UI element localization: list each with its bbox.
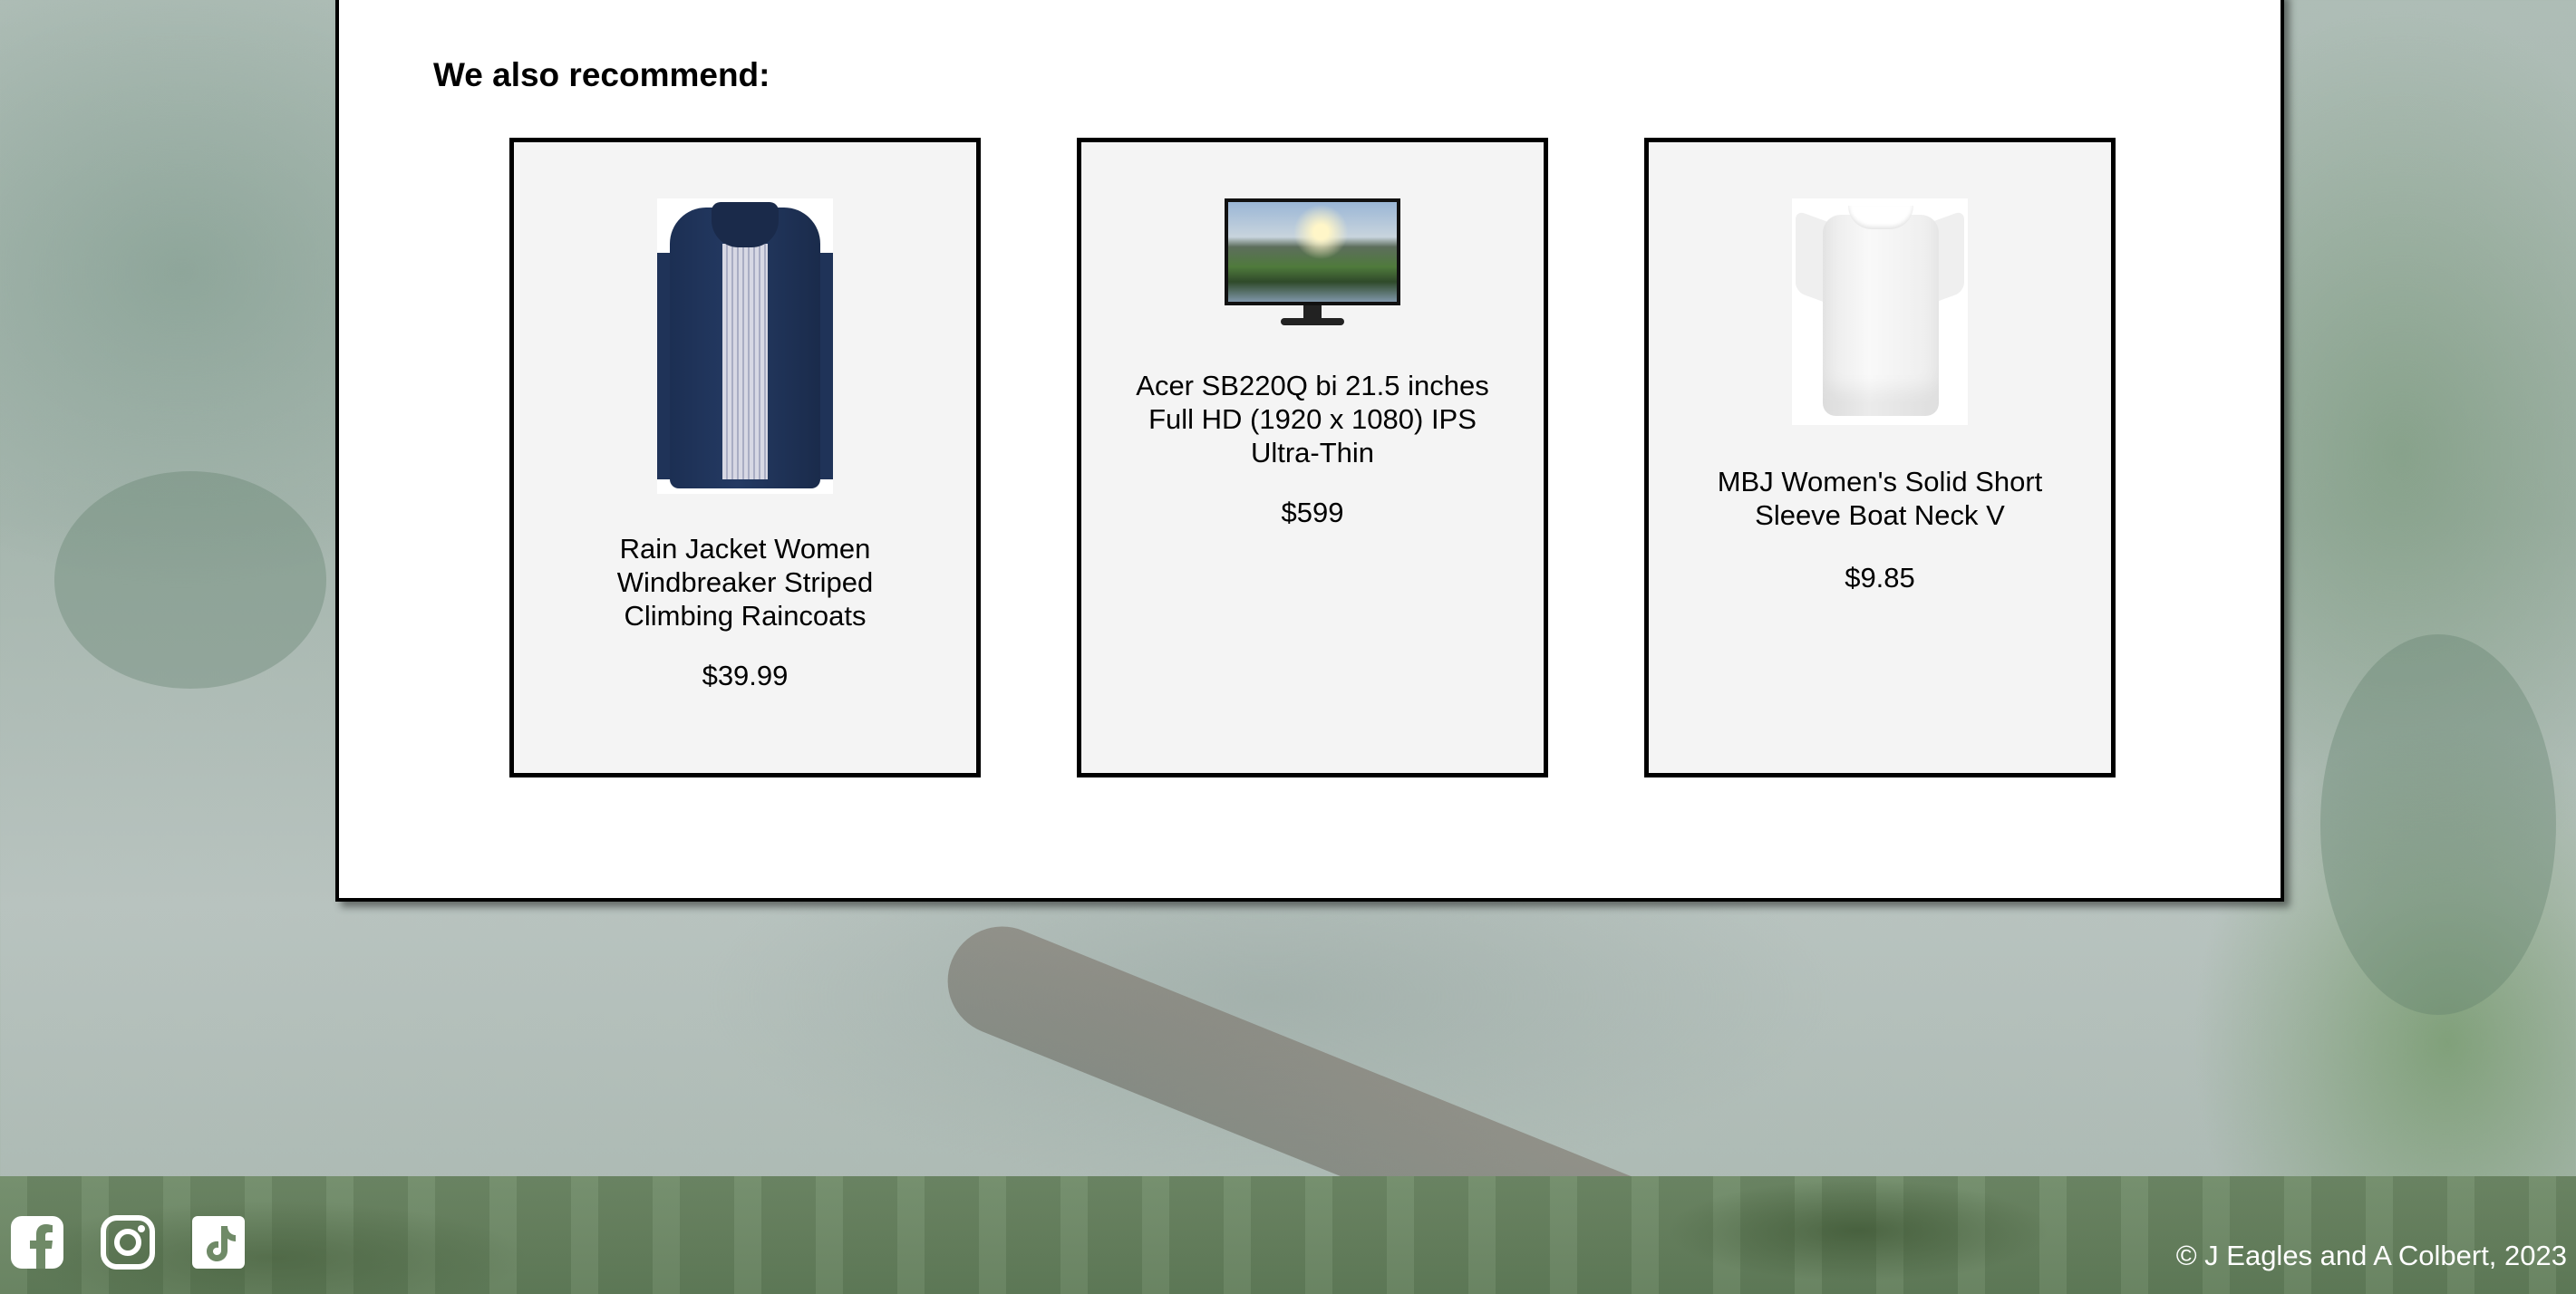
product-name[interactable]: Acer SB220Q bi 21.5 inches Full HD (1920… bbox=[1136, 369, 1489, 469]
rain-jacket-image[interactable] bbox=[657, 198, 833, 494]
product-name[interactable]: Rain Jacket Women Windbreaker Striped Cl… bbox=[568, 532, 922, 633]
background-foliage bbox=[54, 471, 326, 689]
site-footer: © J Eagles and A Colbert, 2023 bbox=[0, 1176, 2576, 1294]
product-price: $9.85 bbox=[1845, 562, 1915, 594]
copyright-text: © J Eagles and A Colbert, 2023 bbox=[2175, 1240, 2567, 1271]
facebook-icon[interactable] bbox=[9, 1214, 65, 1270]
jacket-collar bbox=[712, 202, 779, 247]
monitor-image[interactable] bbox=[1225, 198, 1400, 331]
recommend-heading: We also recommend: bbox=[433, 56, 770, 93]
product-price: $39.99 bbox=[702, 660, 789, 691]
jacket-lining bbox=[722, 244, 768, 479]
monitor-picture bbox=[1228, 202, 1397, 302]
product-price: $599 bbox=[1281, 497, 1344, 528]
product-name[interactable]: MBJ Women's Solid Short Sleeve Boat Neck… bbox=[1703, 465, 2057, 532]
instagram-icon[interactable] bbox=[100, 1214, 156, 1270]
white-shirt-image[interactable] bbox=[1792, 198, 1968, 425]
product-card[interactable]: MBJ Women's Solid Short Sleeve Boat Neck… bbox=[1644, 138, 2116, 777]
monitor-stand bbox=[1303, 305, 1322, 318]
monitor-screen bbox=[1225, 198, 1400, 305]
shirt-body bbox=[1823, 215, 1939, 416]
product-card[interactable]: Acer SB220Q bi 21.5 inches Full HD (1920… bbox=[1077, 138, 1548, 777]
recommendations-panel: We also recommend: Rain Jacket Women Win… bbox=[335, 0, 2284, 902]
background-foliage bbox=[2320, 634, 2556, 1015]
monitor-base bbox=[1281, 318, 1344, 325]
product-card[interactable]: Rain Jacket Women Windbreaker Striped Cl… bbox=[509, 138, 981, 777]
tiktok-icon[interactable] bbox=[190, 1214, 247, 1270]
